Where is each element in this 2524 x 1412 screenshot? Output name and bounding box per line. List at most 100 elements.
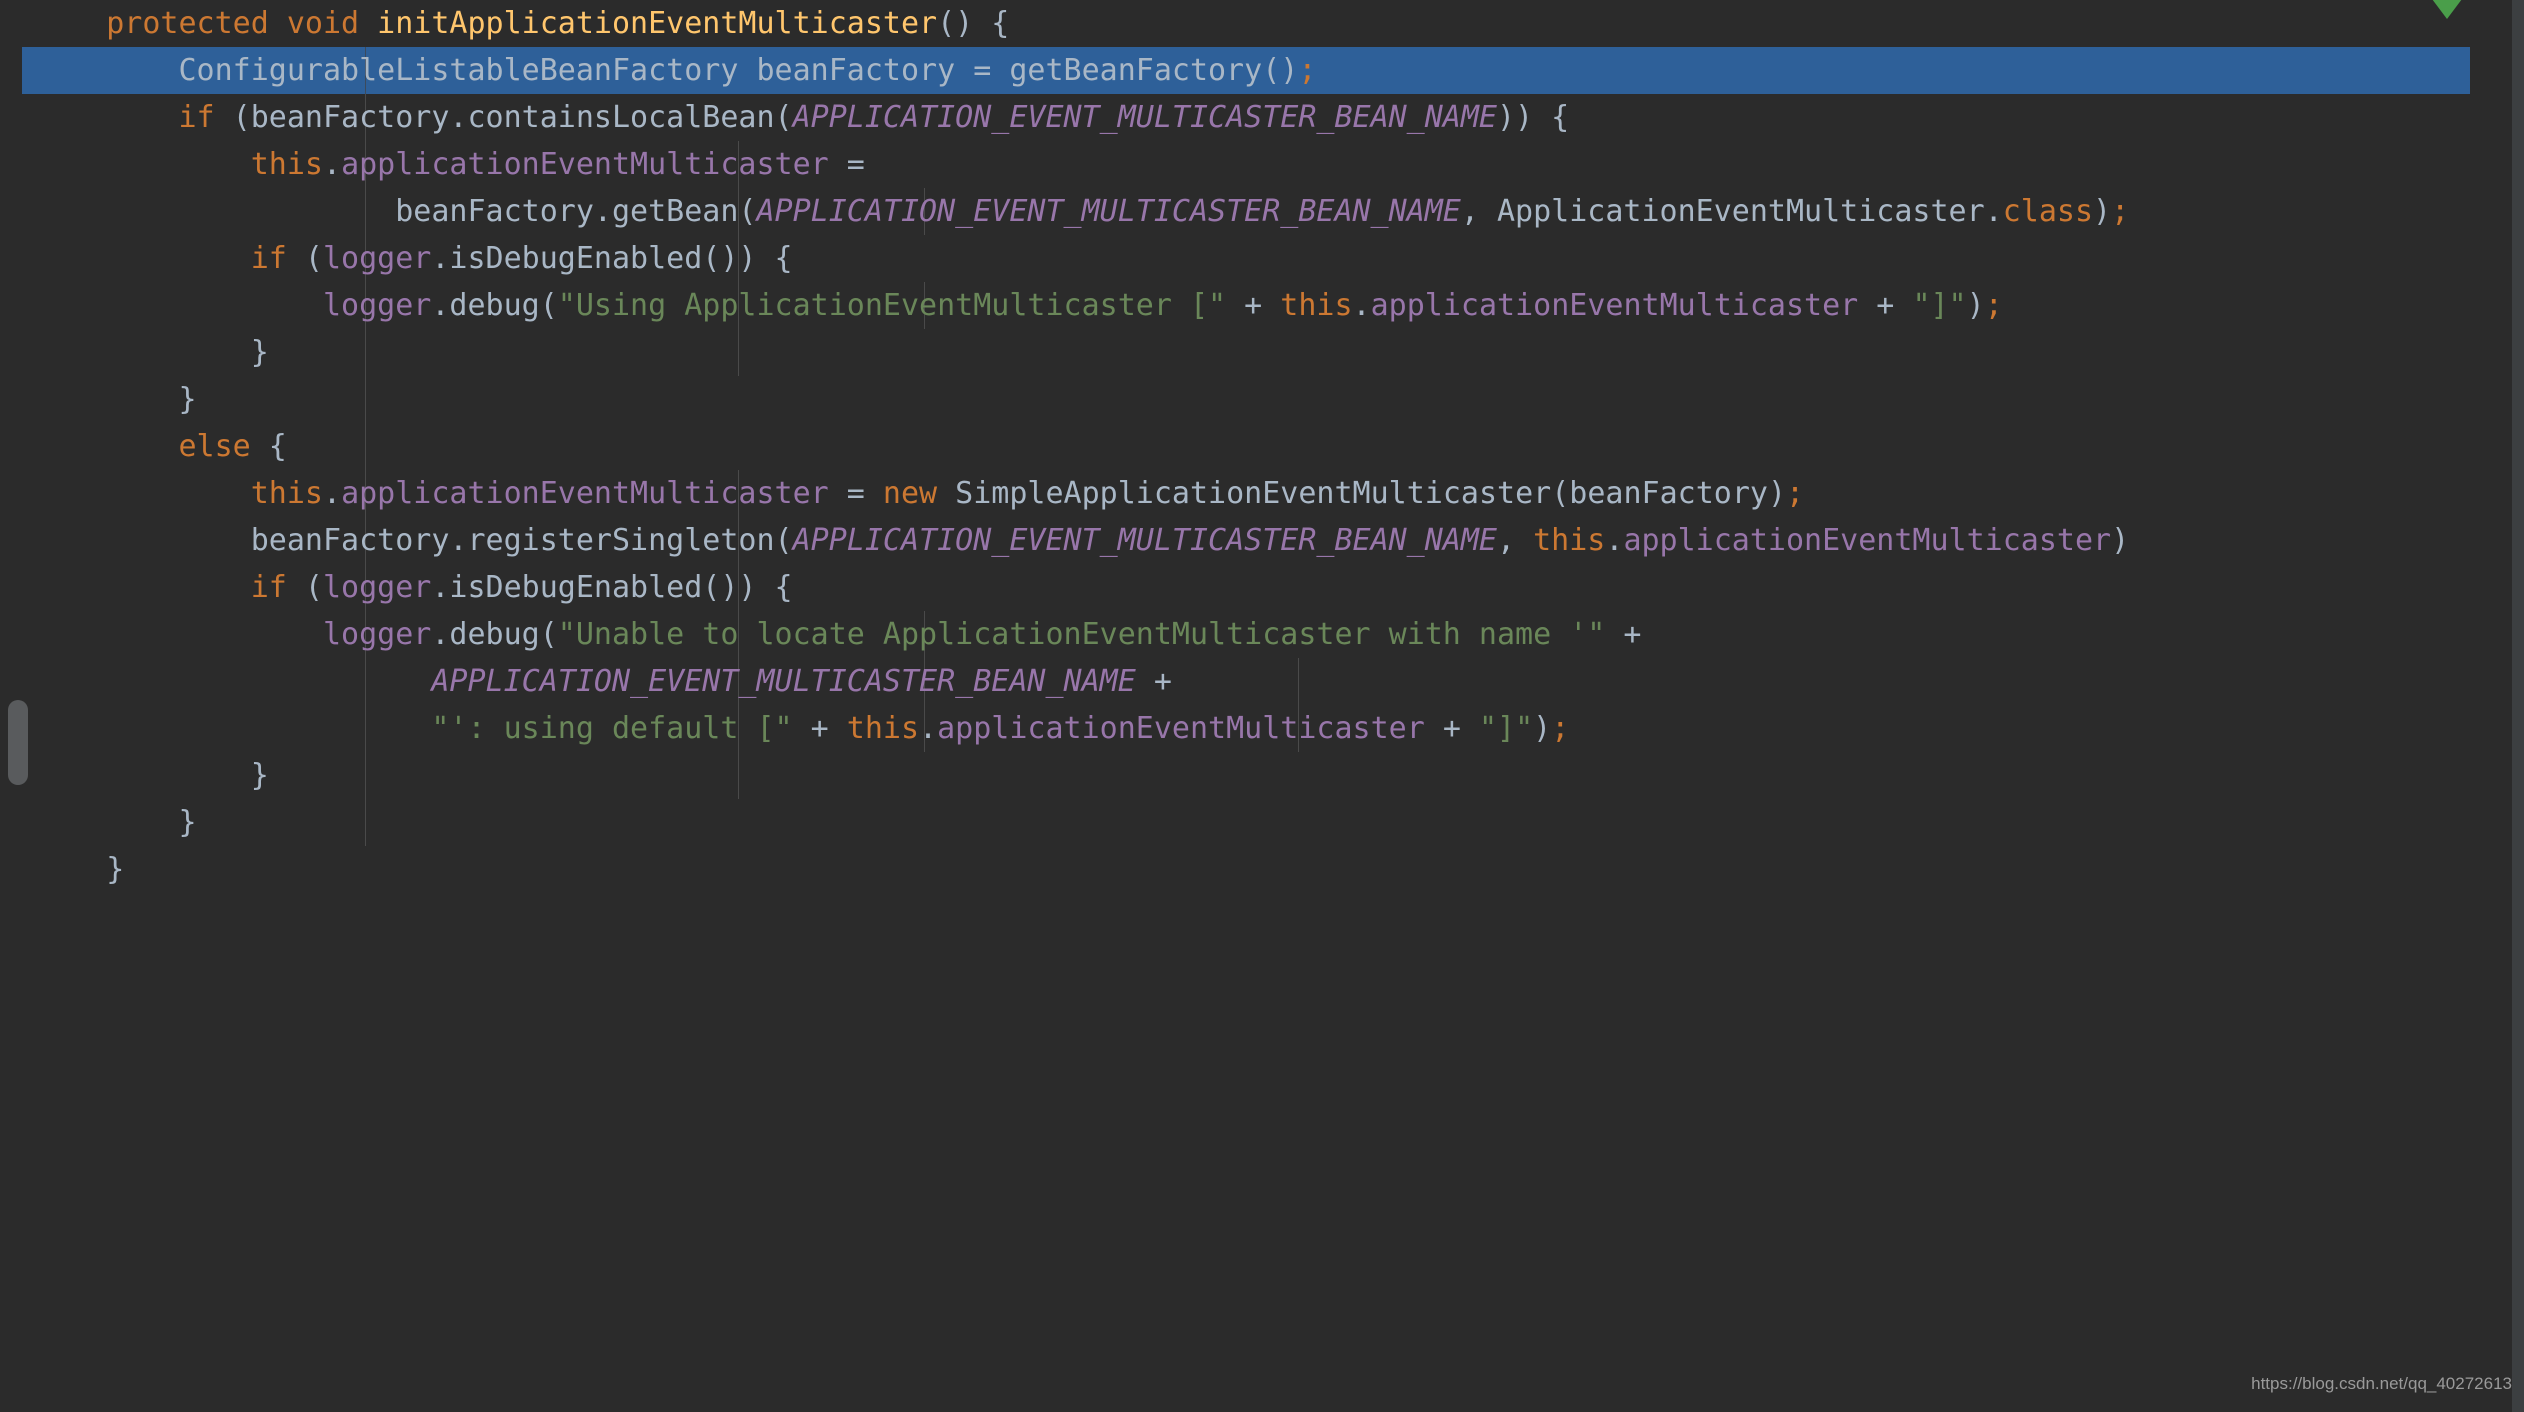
code-token-ident xyxy=(34,241,251,276)
code-token-kw: protected void xyxy=(34,6,378,41)
code-line-text: beanFactory.registerSingleton(APPLICATIO… xyxy=(0,517,2129,564)
scrollbar-track[interactable] xyxy=(2470,0,2524,1412)
code-token-ident: , ApplicationEventMulticaster. xyxy=(1460,194,2003,229)
code-line[interactable]: this.applicationEventMulticaster = xyxy=(0,141,2470,188)
code-token-op: + xyxy=(792,711,847,746)
code-line-text: logger.debug("Unable to locate Applicati… xyxy=(0,611,1642,658)
code-token-ident: = xyxy=(828,147,865,182)
code-line[interactable]: } xyxy=(0,329,2470,376)
code-token-ident: . xyxy=(1605,523,1624,558)
indent-guide xyxy=(364,329,366,376)
code-token-ident xyxy=(34,288,323,323)
code-token-ident: .debug( xyxy=(431,288,558,323)
code-line[interactable]: this.applicationEventMulticaster = new S… xyxy=(0,470,2470,517)
code-line[interactable]: APPLICATION_EVENT_MULTICASTER_BEAN_NAME … xyxy=(0,658,2470,705)
inspection-status-check-icon[interactable] xyxy=(2430,0,2464,23)
code-line[interactable]: } xyxy=(0,846,2470,893)
code-token-op: + xyxy=(1858,288,1913,323)
code-line[interactable]: logger.debug("Unable to locate Applicati… xyxy=(0,611,2470,658)
code-line-text: } xyxy=(0,329,269,376)
code-token-ident xyxy=(34,664,431,699)
code-token-kw: class xyxy=(2002,194,2094,229)
indent-guide xyxy=(364,752,366,799)
code-token-str: "]" xyxy=(1912,288,1967,323)
code-editor[interactable]: protected void initApplicationEventMulti… xyxy=(0,0,2524,1412)
code-line[interactable]: else { xyxy=(0,423,2470,470)
error-stripe-marker-area[interactable] xyxy=(2470,0,2512,1412)
code-token-fld: applicationEventMulticaster xyxy=(341,147,829,182)
code-line-text: if (logger.isDebugEnabled()) { xyxy=(0,235,793,282)
code-token-ident: } xyxy=(34,852,125,887)
code-token-ident: . xyxy=(323,476,342,511)
watermark-text: https://blog.csdn.net/qq_40272613 xyxy=(2251,1374,2512,1393)
code-token-kw: new xyxy=(882,476,938,511)
code-line-text: beanFactory.getBean(APPLICATION_EVENT_MU… xyxy=(0,188,2129,235)
code-line[interactable]: } xyxy=(0,376,2470,423)
code-token-ident: . xyxy=(919,711,938,746)
code-token-ident: ConfigurableListableBeanFactory beanFact… xyxy=(34,53,1263,88)
code-token-ident xyxy=(34,476,251,511)
code-token-kw: this xyxy=(250,147,323,182)
code-token-kw: if xyxy=(250,241,287,276)
code-token-ident: } xyxy=(34,335,269,370)
code-token-op: + xyxy=(1135,664,1172,699)
code-line-text: logger.debug("Using ApplicationEventMult… xyxy=(0,282,2003,329)
indent-guide xyxy=(364,799,366,846)
code-token-ident xyxy=(34,570,251,605)
code-token-fld: applicationEventMulticaster xyxy=(1370,288,1859,323)
code-token-const: APPLICATION_EVENT_MULTICASTER_BEAN_NAME xyxy=(756,194,1461,229)
code-token-fld: applicationEventMulticaster xyxy=(1623,523,2112,558)
code-line-text: if (logger.isDebugEnabled()) { xyxy=(0,564,793,611)
code-token-ident: SimpleApplicationEventMulticaster(beanFa… xyxy=(937,476,1787,511)
code-token-kw: if xyxy=(250,570,287,605)
code-line[interactable]: "': using default [" + this.applicationE… xyxy=(0,705,2470,752)
code-token-str: "]" xyxy=(1478,711,1534,746)
code-token-ident: } xyxy=(34,758,269,793)
code-token-ident: ( xyxy=(286,241,323,276)
code-token-ident: , xyxy=(1497,523,1534,558)
code-line-text: ConfigurableListableBeanFactory beanFact… xyxy=(0,47,1316,94)
code-line[interactable]: if (logger.isDebugEnabled()) { xyxy=(0,235,2470,282)
code-line[interactable]: } xyxy=(0,752,2470,799)
code-token-str: "Unable to locate ApplicationEventMultic… xyxy=(557,617,1606,652)
code-token-ident: } xyxy=(34,805,197,840)
code-line-text: else { xyxy=(0,423,287,470)
code-token-ident xyxy=(34,711,431,746)
indent-guide xyxy=(364,376,366,423)
code-line[interactable]: if (logger.isDebugEnabled()) { xyxy=(0,564,2470,611)
code-line[interactable]: ConfigurableListableBeanFactory beanFact… xyxy=(0,47,2470,94)
code-token-fld: applicationEventMulticaster xyxy=(937,711,1425,746)
code-token-fld: logger xyxy=(323,570,432,605)
indent-guide xyxy=(364,423,366,470)
code-line[interactable]: beanFactory.registerSingleton(APPLICATIO… xyxy=(0,517,2470,564)
code-line[interactable]: beanFactory.getBean(APPLICATION_EVENT_MU… xyxy=(0,188,2470,235)
code-token-semi: ; xyxy=(2111,194,2130,229)
code-line-text: } xyxy=(0,376,197,423)
code-token-fn: initApplicationEventMulticaster xyxy=(377,6,938,41)
code-token-kw: this xyxy=(846,711,920,746)
code-line-text: APPLICATION_EVENT_MULTICASTER_BEAN_NAME … xyxy=(0,658,1172,705)
code-line[interactable]: protected void initApplicationEventMulti… xyxy=(0,0,2470,47)
indent-guide xyxy=(1297,658,1299,705)
code-line[interactable]: if (beanFactory.containsLocalBean(APPLIC… xyxy=(0,94,2470,141)
code-content-area[interactable]: protected void initApplicationEventMulti… xyxy=(0,0,2470,1412)
code-token-const: APPLICATION_EVENT_MULTICASTER_BEAN_NAME xyxy=(431,664,1136,699)
code-token-ident: . xyxy=(1352,288,1371,323)
code-token-ident: } xyxy=(34,382,197,417)
code-token-fld: logger xyxy=(322,617,432,652)
code-token-str: "Using ApplicationEventMulticaster [" xyxy=(557,288,1227,323)
code-token-op: + xyxy=(1605,617,1642,652)
code-line[interactable]: } xyxy=(0,799,2470,846)
code-line[interactable]: logger.debug("Using ApplicationEventMult… xyxy=(0,282,2470,329)
vertical-scrollbar-thumb[interactable] xyxy=(8,700,28,785)
code-token-ident: .debug( xyxy=(431,617,558,652)
code-token-ident: ) xyxy=(2093,194,2112,229)
code-token-kw: this xyxy=(250,476,323,511)
code-token-ident: () { xyxy=(937,6,1010,41)
code-token-ident: ) xyxy=(2111,523,2130,558)
code-token-str: "': using default [" xyxy=(431,711,793,746)
code-token-ident: . xyxy=(323,147,342,182)
code-token-semi: ; xyxy=(1551,711,1570,746)
code-line-text: protected void initApplicationEventMulti… xyxy=(0,0,1009,47)
code-line-text: "': using default [" + this.applicationE… xyxy=(0,705,1569,752)
